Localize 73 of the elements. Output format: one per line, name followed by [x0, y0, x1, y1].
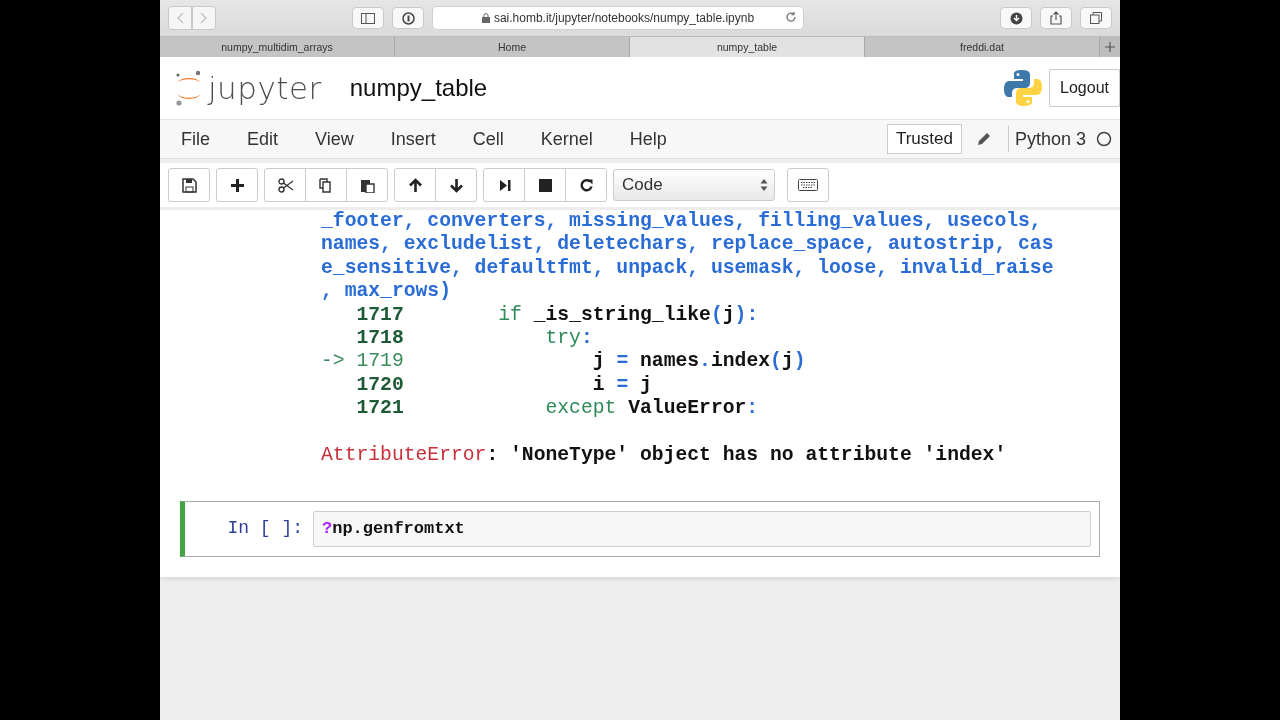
- lock-icon: [481, 13, 490, 23]
- reader-button[interactable]: [392, 7, 424, 29]
- source-line: 1718 try:: [355, 327, 594, 351]
- traceback-line: names, excludelist, deletechars, replace_space, autostrip, cas: [321, 233, 1055, 257]
- traceback-line: _footer, converters, missing_values, filling_values, usecols,: [321, 210, 1043, 234]
- traceback-line: e_sensitive, defaultfmt, unpack, usemask, loose, invalid_raise: [321, 256, 1055, 281]
- back-icon: [176, 12, 184, 24]
- tabs-button[interactable]: [1080, 7, 1112, 29]
- save-icon: [181, 177, 197, 193]
- source-line: 1721 except ValueError:: [355, 397, 760, 421]
- downloads-button[interactable]: [1000, 7, 1032, 29]
- menu-item[interactable]: Help: [618, 128, 693, 150]
- paste-icon: [359, 177, 375, 193]
- menu-item[interactable]: Edit: [236, 128, 305, 150]
- arrow-down-icon: [448, 177, 464, 193]
- logout-button[interactable]: Logout: [1049, 69, 1120, 107]
- cut-button[interactable]: [264, 168, 306, 202]
- address-bar[interactable]: sai.homb.it/jupyter/notebooks/numpy_table.ipynb: [432, 6, 804, 30]
- scissors-icon: [277, 177, 293, 193]
- pencil-icon[interactable]: [975, 131, 992, 147]
- source-line: 1717 if _is_string_like(j):: [355, 303, 760, 328]
- tabs-icon: [1090, 12, 1102, 24]
- reload-icon[interactable]: [785, 11, 797, 23]
- keyboard-icon: [798, 179, 818, 191]
- plus-icon: [229, 177, 245, 193]
- share-button[interactable]: [1040, 7, 1072, 29]
- menu-item[interactable]: Kernel: [529, 128, 619, 150]
- keyboard-shortcuts-button[interactable]: [787, 168, 829, 202]
- browser-tab[interactable]: numpy_table: [630, 37, 865, 57]
- menu-item[interactable]: File: [170, 128, 236, 150]
- error-message: AttributeError: 'NoneType' object has no attribute 'index': [321, 443, 1008, 468]
- restart-icon: [578, 177, 594, 193]
- forward-icon: [200, 12, 208, 24]
- notebook-name[interactable]: numpy_table: [349, 74, 488, 102]
- menu-item[interactable]: Cell: [461, 128, 530, 150]
- copy-icon: [318, 177, 334, 193]
- input-prompt: In [ ]:: [226, 517, 304, 541]
- save-button[interactable]: [168, 168, 210, 202]
- url-text: sai.homb.it/jupyter/notebooks/numpy_table.ipynb: [493, 11, 755, 25]
- info-icon: [401, 11, 415, 25]
- source-line: -> 1719 j = names.index(j): [321, 350, 807, 374]
- run-button[interactable]: [483, 168, 525, 202]
- browser-tab[interactable]: Home: [395, 37, 630, 57]
- menu-item[interactable]: Insert: [379, 128, 462, 150]
- move-up-button[interactable]: [394, 168, 436, 202]
- restart-button[interactable]: [565, 168, 607, 202]
- jupyter-logo-icon: [174, 69, 204, 107]
- move-down-button[interactable]: [435, 168, 477, 202]
- updown-caret-icon: [760, 178, 768, 192]
- new-tab-icon[interactable]: [1105, 42, 1115, 52]
- cell-type-dropdown[interactable]: Code: [613, 169, 775, 201]
- sidebar-button[interactable]: [352, 7, 384, 29]
- share-icon: [1050, 11, 1062, 25]
- download-icon: [1009, 11, 1023, 25]
- cell-type-value: Code: [622, 175, 663, 195]
- source-line: 1720 i = j: [355, 373, 653, 398]
- traceback-line: , max_rows): [321, 280, 452, 304]
- code-input[interactable]: ?np.genfromtxt: [313, 511, 1091, 547]
- insert-cell-button[interactable]: [216, 168, 258, 202]
- browser-tab[interactable]: freddi.dat: [865, 37, 1100, 57]
- jupyter-logo-text: jupyter: [208, 70, 322, 106]
- kernel-name: Python 3: [1014, 128, 1086, 150]
- sidebar-icon: [361, 12, 375, 24]
- paste-button[interactable]: [346, 168, 388, 202]
- arrow-up-icon: [407, 177, 423, 193]
- stop-icon: [537, 177, 553, 193]
- copy-button[interactable]: [305, 168, 347, 202]
- menu-item[interactable]: View: [304, 128, 380, 150]
- code-cell[interactable]: In [ ]: ?np.genfromtxt: [180, 501, 1100, 557]
- browser-tab[interactable]: numpy_multidim_arrays: [160, 37, 395, 57]
- interrupt-button[interactable]: [524, 168, 566, 202]
- python-logo-icon: [1003, 68, 1044, 108]
- trusted-indicator[interactable]: Trusted: [886, 124, 962, 154]
